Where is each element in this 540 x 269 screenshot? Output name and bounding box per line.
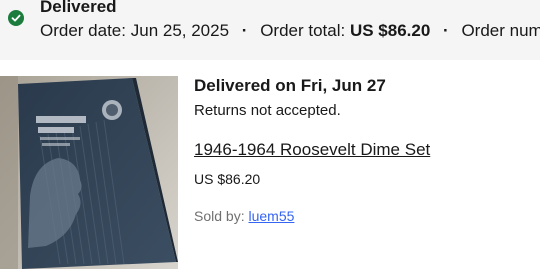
order-meta: Order date: Jun 25, 2025 · Order total: … xyxy=(40,21,540,41)
order-number-label: Order number xyxy=(461,21,540,40)
order-total-value: US $86.20 xyxy=(349,21,431,40)
seller-link[interactable]: luem55 xyxy=(248,208,294,224)
coin-folder-photo xyxy=(0,76,178,269)
returns-policy: Returns not accepted. xyxy=(194,102,341,119)
item-price: US $86.20 xyxy=(194,171,261,187)
separator-dot: · xyxy=(241,21,248,40)
delivery-status: Delivered on Fri, Jun 27 xyxy=(194,76,386,95)
order-date-label: Order date: xyxy=(40,21,126,40)
order-total-label: Order total: xyxy=(260,21,346,40)
seller-label: Sold by: xyxy=(194,208,245,224)
seller-info: Sold by: luem55 xyxy=(194,208,294,224)
item-title-link[interactable]: 1946-1964 Roosevelt Dime Set xyxy=(194,140,430,160)
item-image[interactable] xyxy=(0,76,178,269)
order-header: Delivered Order date: Jun 25, 2025 · Ord… xyxy=(0,0,540,60)
order-date-value: Jun 25, 2025 xyxy=(130,21,230,40)
order-status: Delivered xyxy=(40,0,117,16)
checkmark-icon xyxy=(8,10,24,26)
separator-dot: · xyxy=(443,21,449,40)
